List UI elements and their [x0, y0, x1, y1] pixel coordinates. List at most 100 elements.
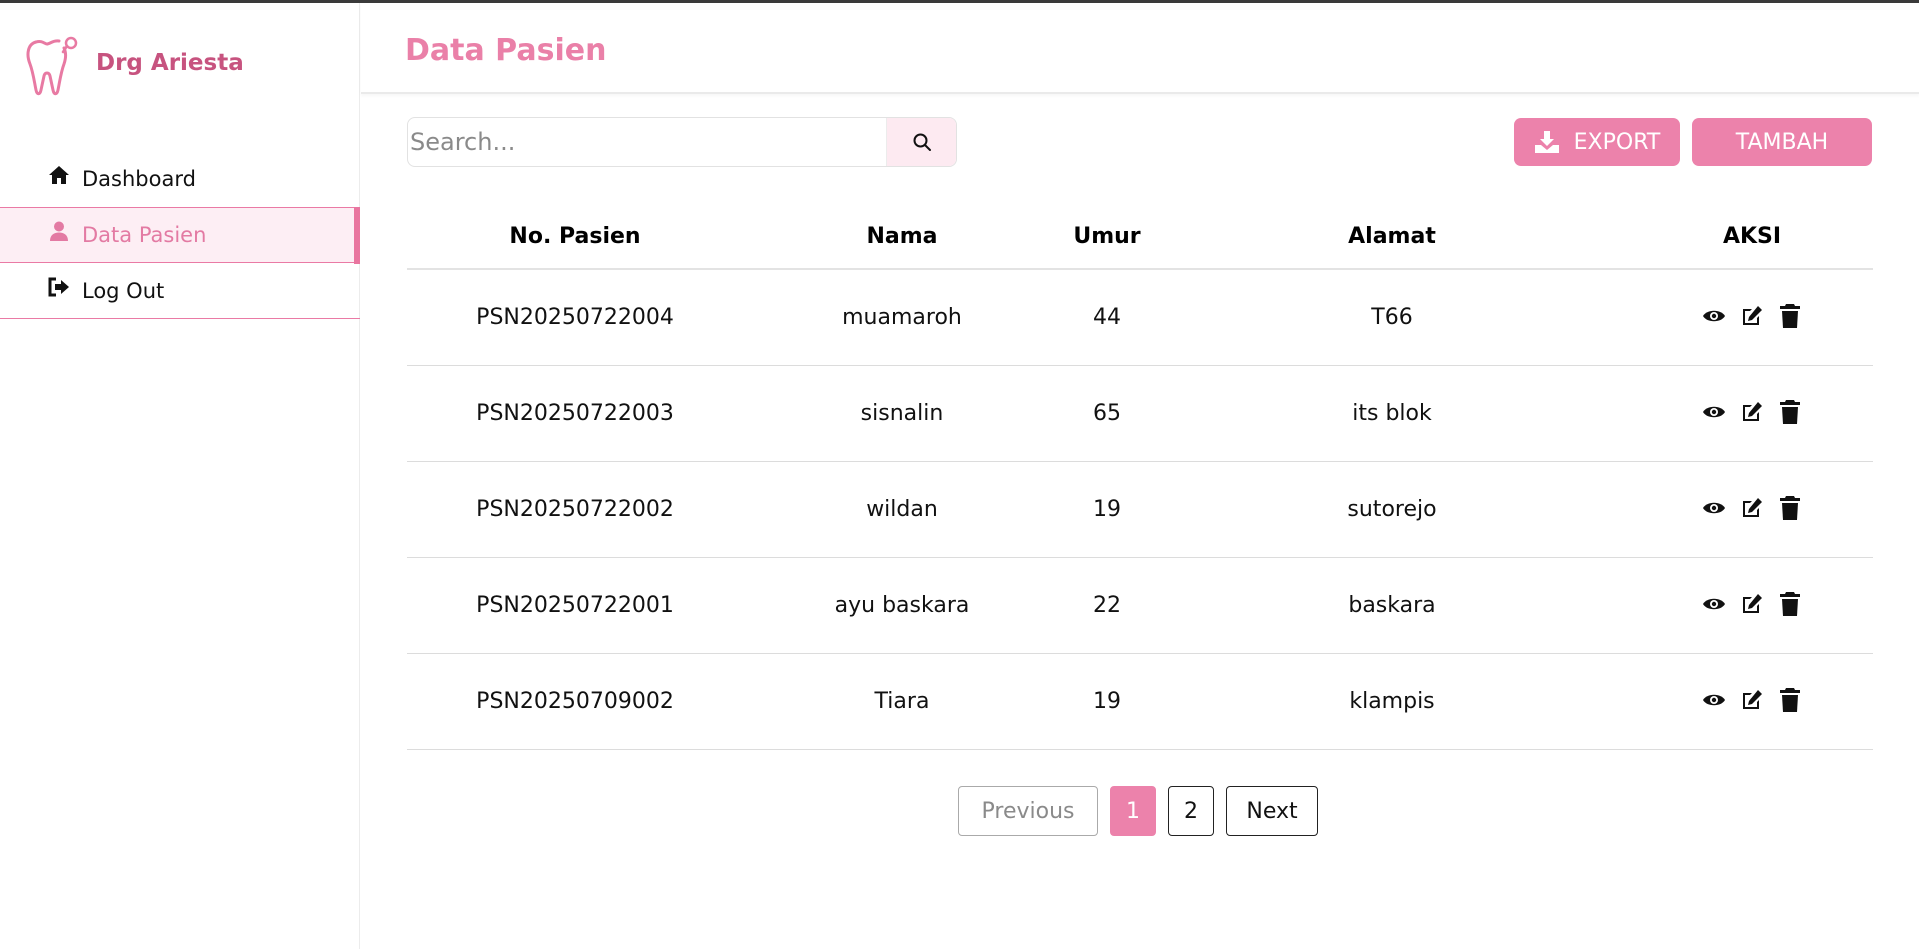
page-1-button[interactable]: 1 — [1110, 786, 1156, 836]
user-icon — [48, 220, 70, 242]
sidebar-item-label: Data Pasien — [82, 223, 207, 247]
patients-table: No. Pasien Nama Umur Alamat AKSI PSN2025… — [407, 205, 1873, 750]
patient-age-cell: 44 — [1061, 269, 1153, 366]
table-row: PSN20250722001 ayu baskara 22 baskara — [407, 557, 1873, 654]
search-input[interactable] — [408, 118, 886, 166]
patient-address-cell: its blok — [1153, 365, 1631, 462]
actions-cell — [1631, 461, 1873, 558]
export-button[interactable]: EXPORT — [1514, 118, 1680, 166]
trash-icon — [1779, 495, 1801, 521]
actions-cell — [1631, 269, 1873, 366]
row-actions — [1701, 591, 1803, 617]
trash-icon — [1779, 687, 1801, 713]
download-icon — [1534, 130, 1560, 154]
trash-icon — [1779, 303, 1801, 329]
table-row: PSN20250722004 muamaroh 44 T66 — [407, 269, 1873, 366]
patient-name-cell: ayu baskara — [743, 557, 1061, 654]
page-title: Data Pasien — [405, 33, 607, 68]
column-header-alamat: Alamat — [1153, 205, 1631, 270]
actions-cell — [1631, 557, 1873, 654]
tooth-logo-icon — [26, 36, 78, 96]
edit-icon — [1740, 304, 1764, 328]
edit-button[interactable] — [1739, 591, 1765, 617]
edit-button[interactable] — [1739, 687, 1765, 713]
patient-name-cell: Tiara — [743, 653, 1061, 750]
actions-cell — [1631, 653, 1873, 750]
table-header-row: No. Pasien Nama Umur Alamat AKSI — [407, 205, 1873, 270]
eye-icon — [1702, 403, 1726, 421]
search-bar — [407, 117, 957, 167]
column-header-no-pasien: No. Pasien — [407, 205, 743, 270]
patient-number-cell: PSN20250722003 — [407, 365, 743, 462]
export-button-label: EXPORT — [1573, 129, 1661, 155]
view-button[interactable] — [1701, 591, 1727, 617]
view-button[interactable] — [1701, 303, 1727, 329]
patient-age-cell: 19 — [1061, 653, 1153, 750]
eye-icon — [1702, 499, 1726, 517]
row-actions — [1701, 495, 1803, 521]
home-icon — [48, 164, 70, 186]
row-actions — [1701, 303, 1803, 329]
patient-address-cell: baskara — [1153, 557, 1631, 654]
next-page-button[interactable]: Next — [1226, 786, 1318, 836]
page-2-button[interactable]: 2 — [1168, 786, 1214, 836]
view-button[interactable] — [1701, 495, 1727, 521]
brand-logo — [26, 29, 86, 105]
previous-page-button[interactable]: Previous — [958, 786, 1098, 836]
patient-number-cell: PSN20250722001 — [407, 557, 743, 654]
trash-icon — [1779, 591, 1801, 617]
eye-icon — [1702, 691, 1726, 709]
view-button[interactable] — [1701, 399, 1727, 425]
sidebar-item-label: Dashboard — [82, 167, 196, 191]
delete-button[interactable] — [1777, 591, 1803, 617]
edit-icon — [1740, 592, 1764, 616]
patient-age-cell: 19 — [1061, 461, 1153, 558]
patient-name-cell: wildan — [743, 461, 1061, 558]
eye-icon — [1702, 307, 1726, 325]
patient-number-cell: PSN20250722004 — [407, 269, 743, 366]
delete-button[interactable] — [1777, 687, 1803, 713]
delete-button[interactable] — [1777, 303, 1803, 329]
edit-button[interactable] — [1739, 495, 1765, 521]
brand-name: Drg Ariesta — [96, 50, 244, 76]
patient-number-cell: PSN20250709002 — [407, 653, 743, 750]
row-actions — [1701, 687, 1803, 713]
column-header-umur: Umur — [1061, 205, 1153, 270]
sidebar-nav: Dashboard Data Pasien Log Out — [0, 151, 360, 319]
patient-address-cell: T66 — [1153, 269, 1631, 366]
row-actions — [1701, 399, 1803, 425]
delete-button[interactable] — [1777, 399, 1803, 425]
patient-name-cell: muamaroh — [743, 269, 1061, 366]
actions-cell — [1631, 365, 1873, 462]
search-icon — [913, 133, 931, 151]
edit-icon — [1740, 400, 1764, 424]
table-row: PSN20250722002 wildan 19 sutorejo — [407, 461, 1873, 558]
edit-icon — [1740, 688, 1764, 712]
delete-button[interactable] — [1777, 495, 1803, 521]
column-header-nama: Nama — [743, 205, 1061, 270]
sidebar-item-log-out[interactable]: Log Out — [0, 263, 360, 319]
sidebar-item-dashboard[interactable]: Dashboard — [0, 151, 360, 207]
table-row: PSN20250709002 Tiara 19 klampis — [407, 653, 1873, 750]
edit-button[interactable] — [1739, 399, 1765, 425]
sidebar-item-label: Log Out — [82, 278, 165, 303]
sidebar-item-data-pasien[interactable]: Data Pasien — [0, 207, 360, 264]
patient-age-cell: 65 — [1061, 365, 1153, 462]
patient-address-cell: klampis — [1153, 653, 1631, 750]
patient-address-cell: sutorejo — [1153, 461, 1631, 558]
search-button[interactable] — [886, 118, 956, 166]
pagination: Previous 1 2 Next — [958, 786, 1318, 836]
sidebar: Drg Ariesta Dashboard Data Pasien Log Ou… — [0, 3, 360, 949]
add-patient-button[interactable]: TAMBAH — [1692, 118, 1872, 166]
eye-icon — [1702, 595, 1726, 613]
view-button[interactable] — [1701, 687, 1727, 713]
sign-out-icon — [48, 276, 70, 298]
patient-number-cell: PSN20250722002 — [407, 461, 743, 558]
edit-button[interactable] — [1739, 303, 1765, 329]
trash-icon — [1779, 399, 1801, 425]
patient-name-cell: sisnalin — [743, 365, 1061, 462]
table-row: PSN20250722003 sisnalin 65 its blok — [407, 365, 1873, 462]
page-header: Data Pasien — [361, 3, 1919, 94]
patient-age-cell: 22 — [1061, 557, 1153, 654]
column-header-aksi: AKSI — [1631, 205, 1873, 270]
